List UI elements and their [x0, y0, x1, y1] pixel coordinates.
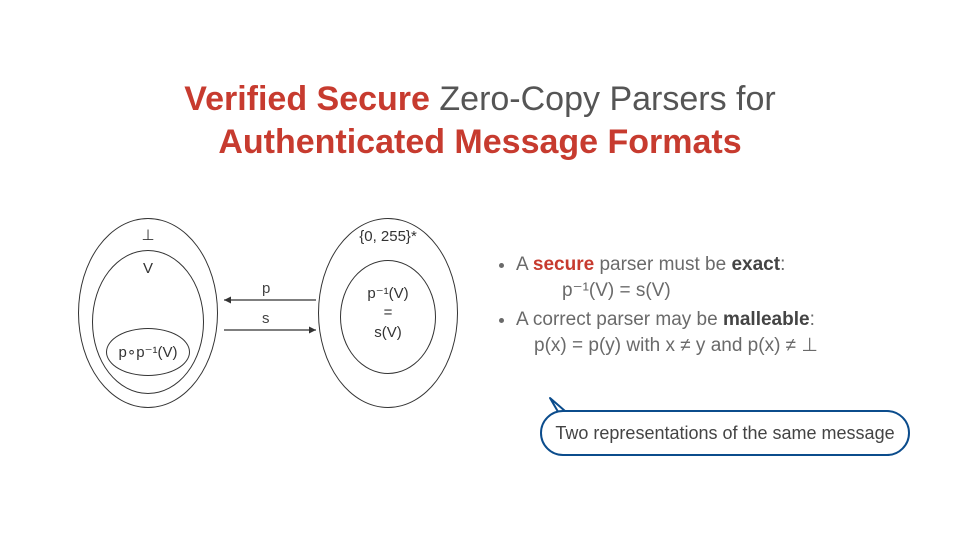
- b1-eq: p⁻¹(V) = s(V): [516, 278, 932, 304]
- arrow-p-label: p: [262, 280, 270, 297]
- b2-pre: A correct parser may be: [516, 309, 723, 330]
- title-emph-2: Authenticated Message Formats: [218, 123, 741, 161]
- right-inner-line1: p⁻¹(V): [356, 284, 420, 302]
- b2-eq: p(x) = p(y) with x ≠ y and p(x) ≠ ⊥: [516, 333, 932, 359]
- bullet-1: A secure parser must be exact: p⁻¹(V) = …: [516, 252, 932, 303]
- right-inner-line2: =: [356, 304, 420, 321]
- arrow-s-label: s: [262, 310, 270, 327]
- b1-colon: :: [780, 254, 785, 275]
- bullet-list: A secure parser must be exact: p⁻¹(V) = …: [498, 252, 932, 363]
- set-diagram: ⊥ V p∘p⁻¹(V) {0, 255}* p⁻¹(V) = s(V) p s: [78, 218, 478, 428]
- title-plain-1: Zero-Copy Parsers for: [430, 80, 776, 118]
- slide-title: Verified Secure Zero-Copy Parsers for Au…: [0, 78, 960, 163]
- callout-bubble: Two representations of the same message: [540, 410, 910, 456]
- bullet-2: A correct parser may be malleable: p(x) …: [516, 307, 932, 358]
- slide: Verified Secure Zero-Copy Parsers for Au…: [0, 0, 960, 540]
- callout-text: Two representations of the same message: [555, 423, 894, 444]
- b2-colon: :: [810, 309, 815, 330]
- left-outer-label: ⊥: [136, 226, 160, 244]
- b1-post: parser must be: [594, 254, 731, 275]
- arrow-group: p s: [216, 282, 320, 352]
- b1-exact: exact: [731, 254, 780, 275]
- left-inner-label: p∘p⁻¹(V): [106, 343, 190, 361]
- left-mid-label: V: [138, 260, 158, 277]
- b1-pre: A: [516, 254, 533, 275]
- b2-malleable: malleable: [723, 309, 810, 330]
- title-emph-1: Verified Secure: [184, 80, 430, 118]
- b1-secure: secure: [533, 254, 594, 275]
- right-outer-label: {0, 255}*: [350, 228, 426, 245]
- right-inner-line3: s(V): [356, 324, 420, 341]
